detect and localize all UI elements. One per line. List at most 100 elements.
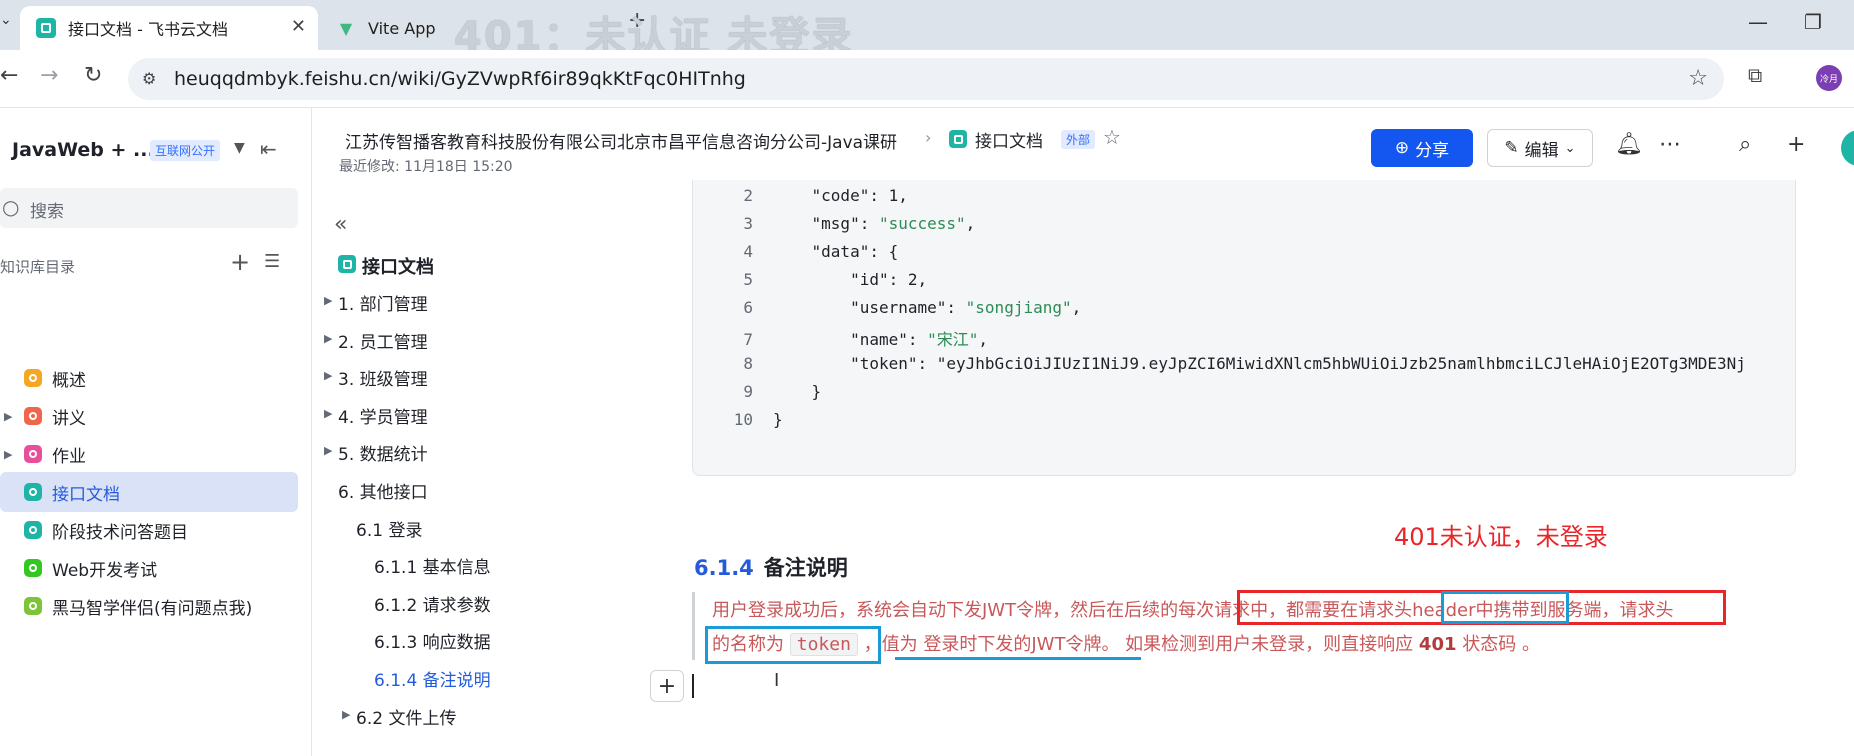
share-button[interactable]: ⊕ 分享 (1371, 129, 1473, 167)
blue-annotation-box-header (1441, 591, 1569, 624)
expand-caret-icon[interactable]: ▶ (324, 294, 332, 307)
url-text: heuqqdmbyk.feishu.cn/wiki/GyZVwpRf6ir89q… (174, 68, 746, 90)
page-icon (24, 483, 42, 501)
minimize-icon[interactable]: — (1748, 10, 1768, 34)
edit-label: 编辑 (1524, 140, 1559, 161)
bell-icon[interactable]: 🔔︎ (1615, 132, 1643, 157)
outline-item[interactable]: 1. 部门管理 (338, 290, 428, 315)
outline-item[interactable]: 6.1.1 基本信息 (374, 553, 491, 578)
line-number: 2 (743, 186, 753, 205)
expand-caret-icon[interactable]: ▶ (324, 369, 332, 382)
kb-title[interactable]: JavaWeb + ... (12, 139, 155, 161)
code-text: "code": 1, (773, 186, 908, 205)
tab-vite-app[interactable]: ▼ Vite App (330, 6, 448, 50)
status-401: 401 (1418, 634, 1457, 655)
tab-feishu[interactable]: 接口文档 - 飞书云文档 ✕ (20, 6, 318, 50)
chevron-down-icon: ⌄ (1564, 140, 1576, 156)
collapse-outline-icon[interactable]: « (334, 212, 347, 237)
forward-icon[interactable]: → (40, 63, 58, 88)
collapse-sidebar-icon[interactable]: ⇤ (260, 137, 277, 161)
sidebar-item[interactable]: 接口文档 (0, 472, 298, 512)
line-number: 9 (743, 382, 753, 401)
back-icon[interactable]: ← (0, 63, 18, 88)
blue-annotation-underline (895, 657, 1141, 660)
sidebar-item-label: 讲义 (52, 408, 86, 429)
search-input[interactable]: ○ 搜索 (0, 188, 298, 228)
sidebar-item[interactable]: 概述 (0, 358, 298, 398)
chevron-down-icon[interactable]: ▼ (234, 140, 245, 156)
text-caret (692, 674, 694, 698)
search-icon[interactable]: ⌕ (1739, 132, 1751, 157)
page-icon (24, 521, 42, 539)
sidebar-item-label: 阶段技术问答题目 (52, 522, 188, 543)
code-text: "id": 2, (773, 270, 928, 289)
note-text: ，值为 登录时下发的JWT令牌。 如果检测到用户未登录，则直接响应 (857, 634, 1419, 655)
outline-item[interactable]: 5. 数据统计 (338, 440, 428, 465)
page-icon (24, 597, 42, 615)
outline-item[interactable]: 2. 员工管理 (338, 328, 428, 353)
sidebar-item[interactable]: ▶ 作业 (0, 434, 298, 474)
code-line: 6 "username": "songjiang", (693, 298, 1081, 322)
outline-title[interactable]: 接口文档 (362, 253, 434, 279)
outline-item[interactable]: 3. 班级管理 (338, 365, 428, 390)
sidebar-item[interactable]: 阶段技术问答题目 (0, 510, 298, 550)
breadcrumb-separator: › (925, 128, 932, 147)
more-icon[interactable]: ⋯ (1659, 132, 1681, 157)
reload-icon[interactable]: ↻ (84, 63, 102, 88)
code-line: 2 "code": 1, (693, 186, 908, 210)
site-settings-icon[interactable]: ⚙ (142, 69, 156, 88)
line-number: 5 (743, 270, 753, 289)
expand-caret-icon[interactable]: ▶ (4, 448, 12, 461)
globe-icon: ⊕ (1394, 138, 1410, 158)
code-text: } (773, 382, 822, 401)
doc-icon (338, 255, 356, 273)
close-icon[interactable]: ✕ (291, 16, 306, 37)
extensions-icon[interactable]: ⧉ (1748, 63, 1762, 87)
add-block-button[interactable]: + (650, 670, 684, 702)
breadcrumb-doc[interactable]: 接口文档 (975, 127, 1043, 152)
external-badge: 外部 (1061, 130, 1096, 149)
public-badge: 互联网公开 (150, 140, 221, 161)
profile-avatar[interactable]: 冷月 (1816, 65, 1842, 91)
line-number: 10 (733, 410, 753, 429)
url-input[interactable]: ⚙ heuqqdmbyk.feishu.cn/wiki/GyZVwpRf6ir8… (128, 58, 1724, 100)
list-settings-icon[interactable]: ☰ (264, 251, 280, 272)
plus-icon[interactable]: + (1787, 132, 1805, 157)
expand-caret-icon[interactable]: ▶ (324, 332, 332, 345)
breadcrumb-org[interactable]: 江苏传智播客教育科技股份有限公司北京市昌平信息咨询分公司-Java课研 (345, 128, 897, 153)
tab-title: Vite App (368, 18, 436, 38)
restore-icon[interactable]: ❐ (1804, 10, 1822, 34)
ibeam-cursor-icon: I (774, 670, 780, 691)
search-placeholder: 搜索 (30, 202, 64, 222)
tab-search-icon[interactable]: ⌄ (0, 12, 20, 38)
outline-item[interactable]: 6.1.2 请求参数 (374, 591, 491, 616)
outline-item[interactable]: 4. 学员管理 (338, 403, 428, 428)
sidebar-item[interactable]: 黑马智学伴侣(有问题点我) (0, 586, 298, 626)
annotation-401: 401未认证，未登录 (1394, 523, 1608, 551)
sidebar-item-label: 接口文档 (52, 484, 120, 505)
expand-caret-icon[interactable]: ▶ (342, 708, 350, 721)
section-heading: 6.1.4 备注说明 (694, 552, 848, 582)
sidebar-item[interactable]: ▶ 讲义 (0, 396, 298, 436)
outline-item[interactable]: 6.1.3 响应数据 (374, 628, 491, 653)
bookmark-star-icon[interactable]: ☆ (1688, 66, 1708, 91)
favorite-star-icon[interactable]: ☆ (1103, 125, 1121, 149)
expand-caret-icon[interactable]: ▶ (324, 407, 332, 420)
code-line: 9 } (693, 382, 821, 406)
add-icon[interactable]: + (230, 248, 250, 276)
expand-caret-icon[interactable]: ▶ (4, 410, 12, 423)
edit-button[interactable]: ✎ 编辑 ⌄ (1487, 129, 1593, 167)
sidebar-item[interactable]: Web开发考试 (0, 548, 298, 588)
code-text: "name": "宋江", (773, 330, 989, 349)
directory-label: 知识库目录 (0, 258, 76, 276)
page-icon (24, 445, 42, 463)
user-avatar[interactable] (1841, 130, 1854, 166)
code-line: 10} (693, 410, 783, 434)
outline-item[interactable]: 6.2 文件上传 (356, 704, 456, 729)
outline-item[interactable]: 6. 其他接口 (338, 478, 428, 503)
line-number: 6 (743, 298, 753, 317)
outline-item[interactable]: 6.1 登录 (356, 516, 422, 541)
expand-caret-icon[interactable]: ▶ (324, 444, 332, 457)
outline-item[interactable]: 6.1.4 备注说明 (374, 666, 491, 691)
code-text: "msg": "success", (773, 214, 976, 233)
